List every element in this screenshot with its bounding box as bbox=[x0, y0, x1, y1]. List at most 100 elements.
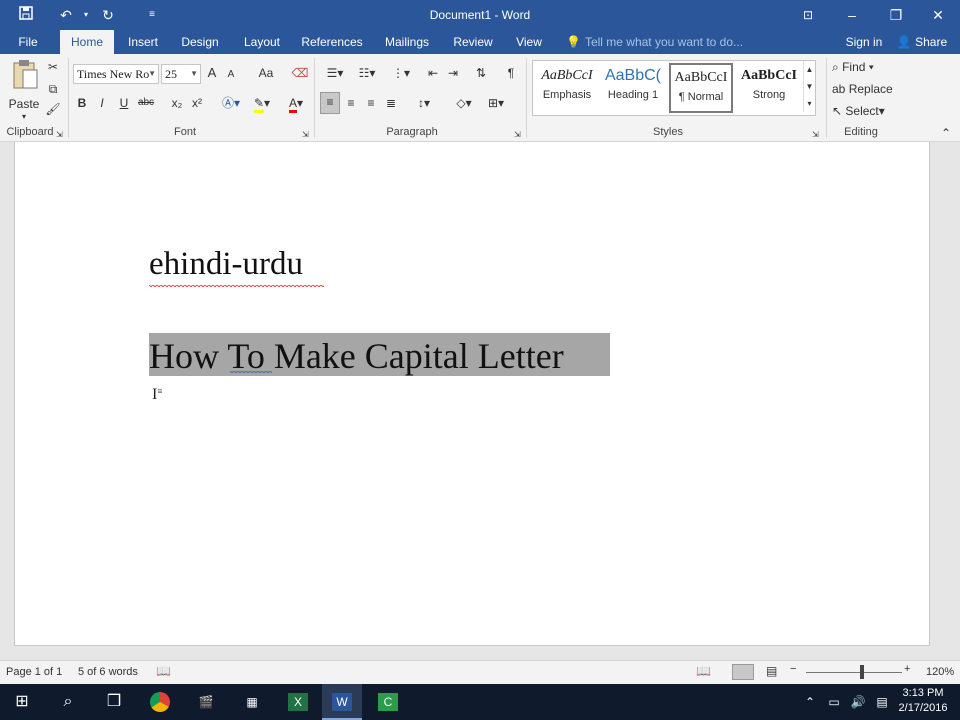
clock[interactable]: 3:13 PM 2/17/2016 bbox=[896, 686, 950, 716]
web-layout-icon[interactable]: ▤ bbox=[766, 664, 777, 678]
tab-view[interactable]: View bbox=[512, 30, 546, 54]
italic-button[interactable]: I bbox=[94, 94, 110, 112]
task-view-icon[interactable]: ❒ bbox=[94, 684, 134, 720]
app-grid-icon[interactable]: ▦ bbox=[232, 684, 272, 720]
movie-maker-icon[interactable]: 🎬 bbox=[186, 684, 226, 720]
borders-icon[interactable]: ⊞▾ bbox=[482, 94, 510, 112]
style-strong[interactable]: AaBbCcI Strong bbox=[737, 63, 801, 113]
tab-file[interactable]: File bbox=[8, 30, 48, 54]
notification-icon[interactable]: ▤ bbox=[870, 684, 894, 720]
bold-button[interactable]: B bbox=[74, 94, 90, 112]
change-case-button[interactable]: Aa bbox=[252, 64, 280, 82]
justify-icon[interactable]: ≣ bbox=[382, 94, 400, 112]
text-cursor-icon: I≡ bbox=[152, 386, 163, 403]
zoom-in-icon[interactable]: + bbox=[904, 663, 910, 675]
page-count[interactable]: Page 1 of 1 bbox=[6, 666, 62, 678]
zoom-slider[interactable] bbox=[806, 672, 902, 673]
zoom-slider-thumb[interactable] bbox=[860, 665, 865, 679]
replace-button[interactable]: ab Replace bbox=[832, 80, 896, 98]
strikethrough-button[interactable]: abc bbox=[134, 94, 158, 112]
pilcrow-icon[interactable]: ¶ bbox=[502, 64, 520, 82]
align-left-icon[interactable]: ≡ bbox=[320, 92, 340, 114]
line-spacing-icon[interactable]: ↕▾ bbox=[410, 94, 438, 112]
subscript-button[interactable]: x₂ bbox=[168, 94, 186, 112]
grow-font-button[interactable]: A bbox=[204, 64, 220, 82]
tab-review[interactable]: Review bbox=[450, 30, 496, 54]
find-button[interactable]: ⌕ Find ▾ bbox=[832, 58, 892, 76]
ribbon-display-options-icon[interactable]: ⊡ bbox=[786, 0, 830, 30]
font-name-value: Times New Ro bbox=[77, 67, 150, 81]
cut-icon[interactable]: ✂ bbox=[44, 58, 62, 76]
word-icon[interactable]: W bbox=[322, 684, 362, 720]
document-line-1[interactable]: ehindi-urdu bbox=[149, 246, 303, 283]
tray-expand-icon[interactable]: ⌃ bbox=[798, 684, 822, 720]
restore-button[interactable]: ❐ bbox=[874, 0, 918, 30]
highlight-icon[interactable]: ✎▾ bbox=[248, 94, 276, 113]
numbering-icon[interactable]: ☷▾ bbox=[352, 64, 382, 82]
copy-icon[interactable]: ⧉ bbox=[44, 80, 62, 98]
camtasia-icon[interactable]: C bbox=[368, 684, 408, 720]
share-button[interactable]: 👤 Share bbox=[894, 30, 950, 54]
word-count[interactable]: 5 of 6 words bbox=[78, 666, 138, 678]
spelling-squiggle bbox=[149, 285, 324, 288]
align-center-icon[interactable]: ≡ bbox=[342, 94, 360, 112]
chrome-icon[interactable] bbox=[140, 684, 180, 720]
print-layout-icon[interactable] bbox=[732, 664, 754, 680]
collapse-ribbon-icon[interactable]: ⌃ bbox=[938, 124, 954, 142]
style-name: Emphasis bbox=[542, 89, 592, 101]
proofing-icon[interactable]: 📖 bbox=[156, 664, 171, 678]
read-mode-icon[interactable]: 📖 bbox=[696, 664, 711, 678]
taskbar: ⊞ ⌕ ❒ 🎬 ▦ X W C ⌃ ▭ 🔊 ▤ 3:13 PM 2/17/201… bbox=[0, 684, 960, 720]
tell-me-box[interactable]: 💡 Tell me what you want to do... bbox=[566, 30, 743, 54]
close-button[interactable]: ✕ bbox=[916, 0, 960, 30]
group-divider bbox=[826, 58, 827, 138]
tab-insert[interactable]: Insert bbox=[124, 30, 162, 54]
sign-in-link[interactable]: Sign in bbox=[840, 30, 888, 54]
zoom-level[interactable]: 120% bbox=[926, 666, 954, 678]
sort-icon[interactable]: ⇅ bbox=[472, 64, 490, 82]
text-effects-icon[interactable]: Ⓐ▾ bbox=[218, 94, 244, 112]
tab-mailings[interactable]: Mailings bbox=[380, 30, 434, 54]
paste-dropdown-icon: ▾ bbox=[21, 112, 26, 121]
clear-formatting-icon[interactable]: ⌫ bbox=[290, 64, 310, 82]
font-color-icon[interactable]: A▾ bbox=[282, 94, 310, 113]
title-bar: ↶ ▾ ↻ ≡ Document1 - Word ⊡ – ❐ ✕ bbox=[0, 0, 960, 30]
search-icon: ⌕ bbox=[832, 60, 839, 74]
style-normal[interactable]: AaBbCcI ¶ Normal bbox=[669, 63, 733, 113]
font-size-box[interactable]: 25 ▼ bbox=[161, 64, 201, 84]
windows-start-icon[interactable]: ⊞ bbox=[2, 684, 42, 720]
decrease-indent-icon[interactable]: ⇤ bbox=[424, 64, 442, 82]
zoom-out-icon[interactable]: − bbox=[790, 663, 796, 675]
align-right-icon[interactable]: ≡ bbox=[362, 94, 380, 112]
search-icon[interactable]: ⌕ bbox=[48, 684, 88, 720]
excel-icon[interactable]: X bbox=[278, 684, 318, 720]
superscript-button[interactable]: x² bbox=[188, 94, 206, 112]
group-divider bbox=[314, 58, 315, 138]
bullets-icon[interactable]: ☰▾ bbox=[320, 64, 350, 82]
tab-layout[interactable]: Layout bbox=[240, 30, 284, 54]
underline-button[interactable]: U bbox=[116, 94, 132, 112]
style-heading-1[interactable]: AaBbC( Heading 1 bbox=[601, 63, 665, 113]
paste-button[interactable]: Paste ▾ bbox=[6, 58, 42, 122]
chevron-down-icon: ▼ bbox=[190, 69, 198, 78]
tab-design[interactable]: Design bbox=[178, 30, 222, 54]
tab-references[interactable]: References bbox=[300, 30, 364, 54]
select-button[interactable]: ↖ Select▾ bbox=[832, 102, 896, 120]
network-icon[interactable]: ▭ bbox=[822, 684, 846, 720]
multilevel-list-icon[interactable]: ⋮▾ bbox=[386, 64, 416, 82]
selected-text[interactable]: How To Make Capital Letter bbox=[149, 333, 610, 376]
cursor-icon: ↖ bbox=[832, 104, 843, 118]
minimize-button[interactable]: – bbox=[830, 0, 874, 30]
tell-me-placeholder: Tell me what you want to do... bbox=[584, 35, 744, 49]
replace-label: Replace bbox=[848, 82, 893, 96]
paste-label: Paste bbox=[8, 97, 40, 111]
font-name-box[interactable]: Times New Ro ▼ bbox=[73, 64, 159, 84]
format-painter-icon[interactable]: 🖌 bbox=[44, 100, 62, 118]
shading-icon[interactable]: ◇▾ bbox=[450, 94, 478, 112]
volume-icon[interactable]: 🔊 bbox=[846, 684, 870, 720]
tab-home[interactable]: Home bbox=[60, 30, 114, 54]
shrink-font-button[interactable]: A bbox=[224, 66, 238, 84]
style-emphasis[interactable]: AaBbCcI Emphasis bbox=[535, 63, 599, 113]
increase-indent-icon[interactable]: ⇥ bbox=[444, 64, 462, 82]
styles-scroll-up-icon[interactable]: ▲ ▼ ▾ bbox=[803, 61, 815, 112]
